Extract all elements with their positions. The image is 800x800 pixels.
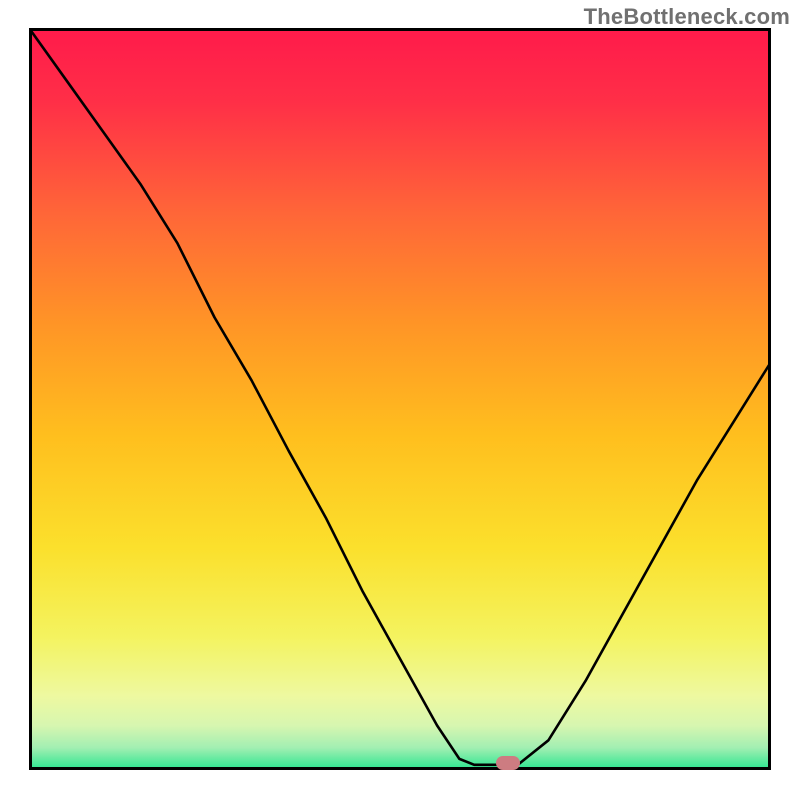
chart-container: TheBottleneck.com (0, 0, 800, 800)
optimum-marker (496, 756, 520, 770)
watermark-text: TheBottleneck.com (584, 4, 790, 30)
gradient-background (29, 28, 771, 770)
